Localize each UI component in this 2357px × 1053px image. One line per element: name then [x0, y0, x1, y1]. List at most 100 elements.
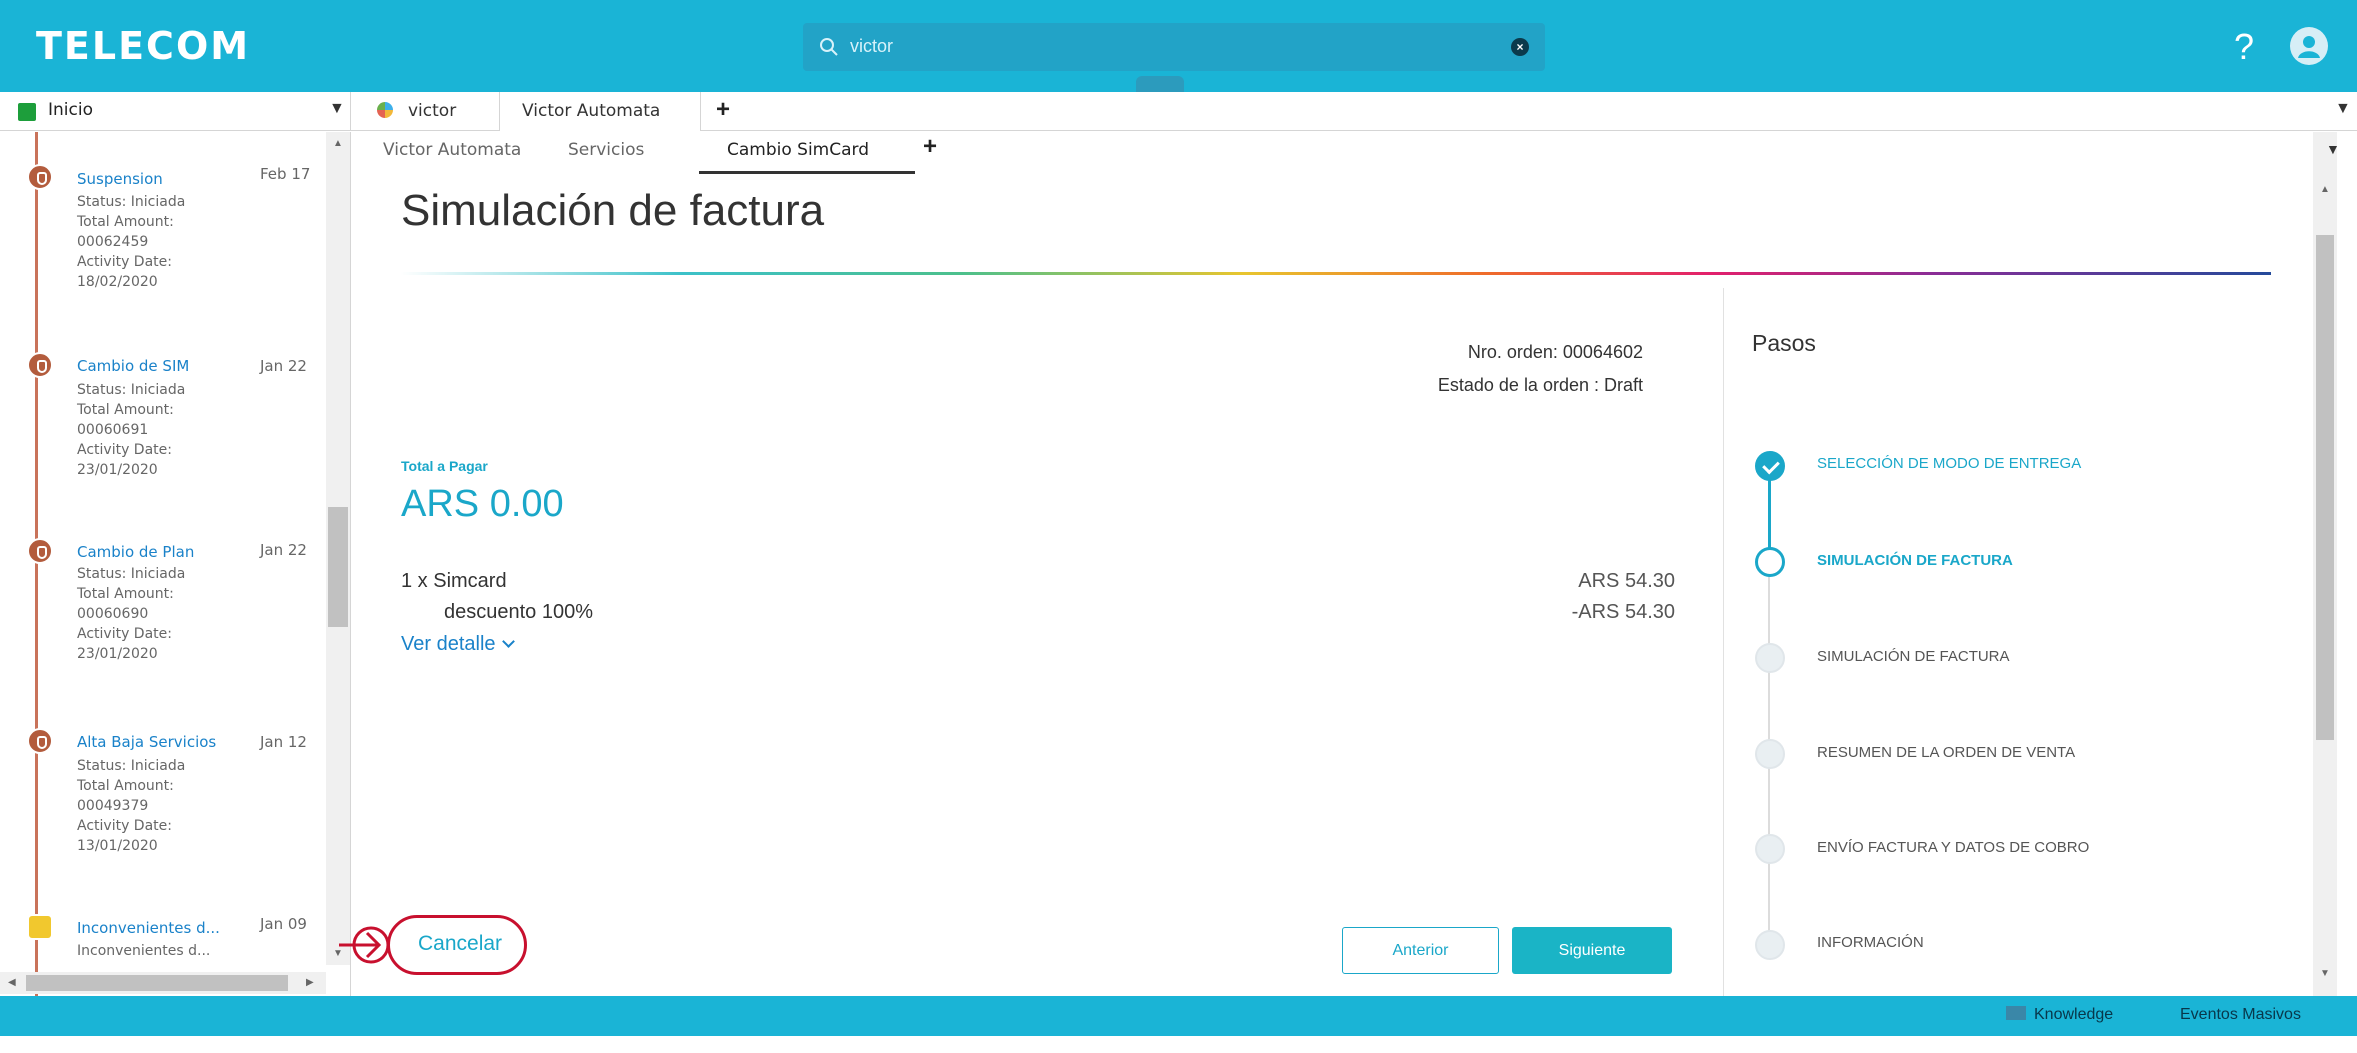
navigation-label: Inicio — [48, 100, 93, 120]
chevron-down-icon — [501, 635, 515, 648]
activity-timeline: Suspension Feb 17 Status: Iniciada Total… — [0, 132, 351, 996]
case-icon — [27, 728, 53, 754]
global-header: TELECOM victor × ? — [0, 0, 2357, 92]
case-icon — [27, 352, 53, 378]
cancel-button[interactable]: Cancelar — [418, 932, 502, 956]
activity-date: Jan 12 — [260, 733, 307, 751]
case-icon — [27, 164, 53, 190]
line-item: 1 x Simcard — [401, 570, 507, 592]
activity-details: Inconvenientes d... — [77, 943, 211, 959]
total-amount: ARS 0.00 — [401, 483, 564, 525]
global-search[interactable]: victor × — [803, 23, 1545, 71]
chevron-down-icon[interactable]: ▼ — [329, 100, 345, 118]
scroll-right-arrow-icon[interactable]: ▶ — [306, 977, 314, 988]
step-pending-icon — [1755, 930, 1785, 960]
scroll-down-arrow-icon[interactable]: ▼ — [2320, 968, 2330, 979]
step-label: INFORMACIÓN — [1817, 934, 1924, 951]
steps-title: Pasos — [1752, 330, 1816, 356]
search-icon — [820, 38, 838, 56]
step-pending-icon — [1755, 739, 1785, 769]
discount-price: -ARS 54.30 — [1571, 601, 1675, 623]
step-current-icon — [1755, 547, 1785, 577]
order-number: Nro. orden: 00064602 — [1467, 342, 1643, 362]
timeline-item: Cambio de SIM Jan 22 Status: Iniciada To… — [0, 350, 330, 530]
page-title: Simulación de factura — [401, 186, 825, 235]
step-label: RESUMEN DE LA ORDEN DE VENTA — [1817, 744, 2076, 761]
activity-date: Jan 09 — [260, 915, 307, 933]
scrollbar-thumb[interactable] — [26, 975, 288, 991]
window-bottom-edge — [0, 1036, 2357, 1053]
knowledge-label: Knowledge — [2034, 1006, 2114, 1023]
step-label: ENVÍO FACTURA Y DATOS DE COBRO — [1817, 839, 2090, 856]
sidebar-vertical-scrollbar[interactable]: ▲ ▼ — [326, 132, 350, 965]
scroll-up-arrow-icon[interactable]: ▲ — [333, 138, 343, 149]
subtab-cambio-simcard[interactable]: Cambio SimCard — [727, 140, 869, 160]
title-divider — [401, 272, 2271, 275]
activity-date: Jan 22 — [260, 541, 307, 559]
add-subtab-button[interactable]: + — [923, 133, 937, 161]
step-label[interactable]: SELECCIÓN DE MODO DE ENTREGA — [1817, 455, 2081, 472]
subtab-overflow-chevron-icon[interactable]: ▼ — [2326, 141, 2340, 157]
sidebar-horizontal-scrollbar[interactable]: ◀ ▶ — [0, 972, 326, 994]
activity-date: Feb 17 — [260, 165, 311, 183]
step-done-check-icon — [1755, 451, 1785, 481]
utility-bar-left — [0, 996, 351, 1036]
activity-title-link[interactable]: Inconvenientes d... — [77, 919, 220, 937]
activity-details: Status: Iniciada Total Amount: 00049379 … — [77, 758, 186, 854]
activity-date: Jan 22 — [260, 357, 307, 375]
subtab-victor-automata[interactable]: Victor Automata — [383, 140, 521, 160]
eventos-masivos-utility[interactable]: Eventos Masivos — [2180, 1006, 2301, 1024]
workspace-tab-bar: Inicio ▼ victor Victor Automata + ▼ — [0, 92, 2357, 131]
tab-victor-automata[interactable]: Victor Automata — [500, 92, 701, 131]
activity-details: Status: Iniciada Total Amount: 00062459 … — [77, 194, 186, 290]
step-label: SIMULACIÓN DE FACTURA — [1817, 648, 2010, 665]
book-icon — [2006, 1006, 2026, 1020]
activity-title-link[interactable]: Suspension — [77, 170, 163, 188]
account-icon — [377, 102, 393, 118]
activity-title-link[interactable]: Cambio de SIM — [77, 357, 189, 375]
tab-label: victor — [408, 101, 457, 121]
utility-bar: Knowledge Eventos Masivos — [0, 996, 2357, 1036]
activity-title-link[interactable]: Cambio de Plan — [77, 543, 194, 561]
tab-label: Victor Automata — [522, 101, 661, 121]
scroll-left-arrow-icon[interactable]: ◀ — [8, 977, 16, 988]
scrollbar-thumb[interactable] — [328, 507, 348, 627]
clear-search-icon[interactable]: × — [1511, 38, 1529, 56]
subtab-bar: Victor Automata Servicios Cambio SimCard… — [353, 132, 2313, 177]
case-icon — [27, 538, 53, 564]
step-label: SIMULACIÓN DE FACTURA — [1817, 552, 2013, 569]
step-pending-icon — [1755, 643, 1785, 673]
tab-victor[interactable]: victor — [353, 92, 500, 131]
discount-item: descuento 100% — [444, 601, 594, 623]
user-icon — [2298, 36, 2320, 58]
add-tab-button[interactable]: + — [716, 96, 730, 124]
scrollbar-thumb[interactable] — [2316, 235, 2334, 740]
subtab-servicios[interactable]: Servicios — [568, 140, 644, 160]
total-label: Total a Pagar — [401, 458, 488, 474]
scroll-up-arrow-icon[interactable]: ▲ — [2320, 184, 2330, 195]
home-icon — [18, 103, 36, 121]
timeline-item: Alta Baja Servicios Jan 12 Status: Inici… — [0, 726, 330, 906]
order-state: Estado de la orden : Draft — [1437, 375, 1643, 395]
telecom-logo[interactable]: TELECOM — [36, 24, 250, 68]
active-subtab-indicator — [699, 171, 915, 174]
search-input[interactable]: victor — [850, 36, 893, 57]
main-vertical-scrollbar[interactable]: ▲ ▼ — [2313, 132, 2337, 996]
help-icon[interactable]: ? — [2234, 26, 2254, 68]
view-detail-label: Ver detalle — [401, 633, 496, 655]
activity-title-link[interactable]: Alta Baja Servicios — [77, 733, 216, 751]
timeline-item: Cambio de Plan Jan 22 Status: Iniciada T… — [0, 536, 330, 716]
next-button[interactable]: Siguiente — [1512, 927, 1672, 974]
previous-button[interactable]: Anterior — [1342, 927, 1499, 974]
search-collapse-handle[interactable] — [1136, 76, 1184, 92]
timeline-item: Suspension Feb 17 Status: Iniciada Total… — [0, 162, 330, 342]
task-icon — [27, 914, 53, 940]
view-detail-link[interactable]: Ver detalle — [401, 633, 515, 656]
knowledge-utility[interactable]: Knowledge — [2006, 1006, 2113, 1024]
line-item-price: ARS 54.30 — [1578, 570, 1675, 592]
tab-overflow-chevron-icon[interactable]: ▼ — [2335, 100, 2351, 118]
avatar[interactable] — [2290, 27, 2328, 65]
navigation-menu[interactable]: Inicio ▼ — [0, 92, 351, 131]
step-pending-icon — [1755, 834, 1785, 864]
activity-details: Status: Iniciada Total Amount: 00060690 … — [77, 566, 186, 662]
